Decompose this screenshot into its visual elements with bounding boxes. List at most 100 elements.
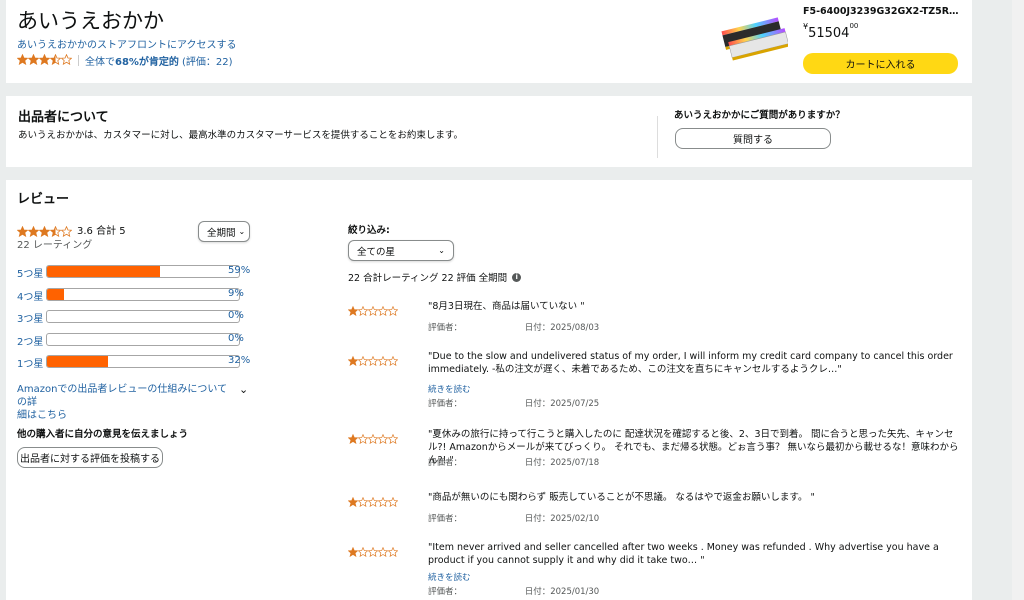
rating-summary-prefix[interactable]: 全体で — [85, 53, 115, 68]
star-icon — [378, 355, 388, 366]
review-stars — [348, 541, 398, 560]
filter-summary-text: 22 合計レーティング 22 評価 全期間 — [348, 273, 508, 284]
ask-question-button[interactable]: 質問する — [675, 128, 831, 149]
star-icon — [368, 355, 378, 366]
histogram-bar[interactable] — [46, 310, 240, 323]
post-review-button[interactable]: 出品者に対する評価を投稿する — [17, 447, 163, 468]
rating-summary-suffix[interactable]: (評価：22) — [182, 53, 233, 68]
how-it-works-line1: Amazonでの出品者レビューの仕組みについての詳 — [17, 384, 228, 408]
histogram-label[interactable]: 3つ星 — [17, 310, 43, 325]
review-stars — [348, 300, 398, 319]
histogram-bar[interactable] — [46, 332, 240, 346]
review-stars — [348, 491, 398, 510]
price-fraction: 00 — [849, 22, 859, 30]
seller-header-card: あいうえおかか あいうえおかかのストアフロントにアクセスする 全体で 68%が肯… — [6, 0, 972, 83]
star-icon — [388, 546, 398, 557]
review-date: 日付：2025/02/10 — [524, 514, 600, 524]
seller-rating-row: 全体で 68%が肯定的 (評価：22) — [17, 53, 233, 68]
histogram-label[interactable]: 1つ星 — [17, 355, 43, 370]
filter-summary: 22 合計レーティング 22 評価 全期間 i — [348, 270, 522, 284]
share-heading: 他の購入者に自分の意見を伝えましょう — [17, 429, 189, 440]
about-seller-card: 出品者について あいうえおかかは、カスタマーに対し、最高水準のカスタマーサービス… — [6, 96, 972, 167]
star-icon — [378, 546, 388, 557]
review-count: 22 レーティング — [17, 240, 93, 251]
histogram-row[interactable]: 5つ星 59% — [17, 264, 267, 280]
star-icon — [358, 433, 368, 444]
star-icon — [28, 54, 39, 66]
info-icon[interactable]: i — [512, 272, 522, 282]
review-author: 評価者： — [428, 399, 463, 409]
star-icon — [378, 433, 388, 444]
histogram-bar-fill — [47, 356, 109, 367]
histogram-bar-fill — [47, 288, 65, 300]
review-author: 評価者： — [428, 514, 463, 524]
histogram-row[interactable]: 4つ星 9% — [17, 287, 267, 303]
histogram-bar[interactable] — [46, 265, 240, 278]
review-author: 評価者： — [428, 458, 463, 468]
seller-rating-stars — [17, 54, 72, 66]
review-author: 評価者： — [428, 323, 463, 333]
how-it-works-link[interactable]: Amazonでの出品者レビューの仕組みについての詳 細はこちら — [17, 383, 237, 422]
about-heading: 出品者について — [18, 110, 109, 125]
histogram-pct[interactable]: 0% — [228, 333, 244, 344]
histogram-row[interactable]: 2つ星 0% — [17, 332, 267, 348]
histogram-pct[interactable]: 59% — [228, 265, 250, 276]
star-filter-select[interactable]: 全ての星 ⌄ — [348, 240, 454, 261]
review-date: 日付：2025/08/03 — [524, 323, 600, 333]
star-icon — [378, 496, 388, 507]
histogram-label[interactable]: 4つ星 — [17, 288, 43, 303]
period-select[interactable]: 全期間 ⌄ — [198, 221, 250, 242]
review-text: "商品が無いのにも関わらず 販売していることが不思議。 なるはやで返金お願いしま… — [428, 492, 815, 503]
star-filter-value: 全ての星 — [357, 246, 396, 258]
review-average: 3.6 合計 5 — [77, 226, 126, 237]
star-icon — [368, 496, 378, 507]
histogram-label[interactable]: 2つ星 — [17, 333, 43, 348]
review-text: "Item never arrived and seller cancelled… — [428, 542, 939, 566]
star-icon — [388, 433, 398, 444]
star-icon — [358, 546, 368, 557]
star-icon — [368, 546, 378, 557]
how-it-works-chevron-icon[interactable]: ⌄ — [239, 383, 248, 396]
star-icon — [348, 496, 358, 507]
star-icon — [368, 305, 378, 316]
histogram-pct[interactable]: 32% — [228, 355, 250, 366]
product-price: ¥5150400 — [803, 22, 858, 41]
histogram-bar[interactable] — [46, 355, 240, 368]
rating-summary-pct[interactable]: 68%が肯定的 — [115, 53, 179, 68]
review-meta: 評価者： 日付：2025/07/25 — [428, 397, 599, 409]
add-to-cart-button[interactable]: カートに入れる — [803, 53, 958, 74]
star-icon — [388, 496, 398, 507]
histogram-pct[interactable]: 9% — [228, 288, 244, 299]
review-meta: 評価者： 日付：2025/08/03 — [428, 321, 599, 333]
storefront-link[interactable]: あいうえおかかのストアフロントにアクセスする — [17, 36, 237, 51]
page-scrollbar[interactable] — [1012, 0, 1024, 600]
product-title[interactable]: F5-6400J3239G32GX2-TZ5R… — [803, 6, 963, 17]
review-stars — [348, 350, 398, 369]
review-date: 日付：2025/07/18 — [524, 458, 600, 468]
histogram-label[interactable]: 5つ星 — [17, 265, 43, 280]
histogram-pct[interactable]: 0% — [228, 310, 244, 321]
product-image[interactable] — [718, 12, 790, 64]
about-description: あいうえおかかは、カスタマーに対し、最高水準のカスタマーサービスを提供することを… — [18, 130, 463, 141]
chevron-down-icon: ⌄ — [238, 227, 246, 236]
histogram-bar[interactable] — [46, 287, 240, 301]
review-meta: 評価者： 日付：2025/02/10 — [428, 512, 599, 524]
read-more-link[interactable]: 続きを読む — [428, 383, 471, 395]
star-icon — [50, 54, 61, 66]
how-it-works-line2: 細はこちら — [17, 410, 67, 421]
star-icon — [378, 305, 388, 316]
review-text: "Due to the slow and undelivered status … — [428, 351, 953, 375]
star-icon — [388, 305, 398, 316]
review-date: 日付：2025/01/30 — [524, 587, 600, 597]
star-icon — [388, 355, 398, 366]
review-stars — [348, 428, 398, 447]
star-icon — [358, 305, 368, 316]
read-more-link[interactable]: 続きを読む — [428, 571, 471, 583]
star-icon — [358, 496, 368, 507]
review-author: 評価者： — [428, 587, 463, 597]
star-icon — [348, 546, 358, 557]
review-meta: 評価者： 日付：2025/07/18 — [428, 456, 599, 468]
histogram-row[interactable]: 1つ星 32% — [17, 354, 267, 370]
histogram-row[interactable]: 3つ星 0% — [17, 309, 267, 325]
star-icon — [348, 355, 358, 366]
